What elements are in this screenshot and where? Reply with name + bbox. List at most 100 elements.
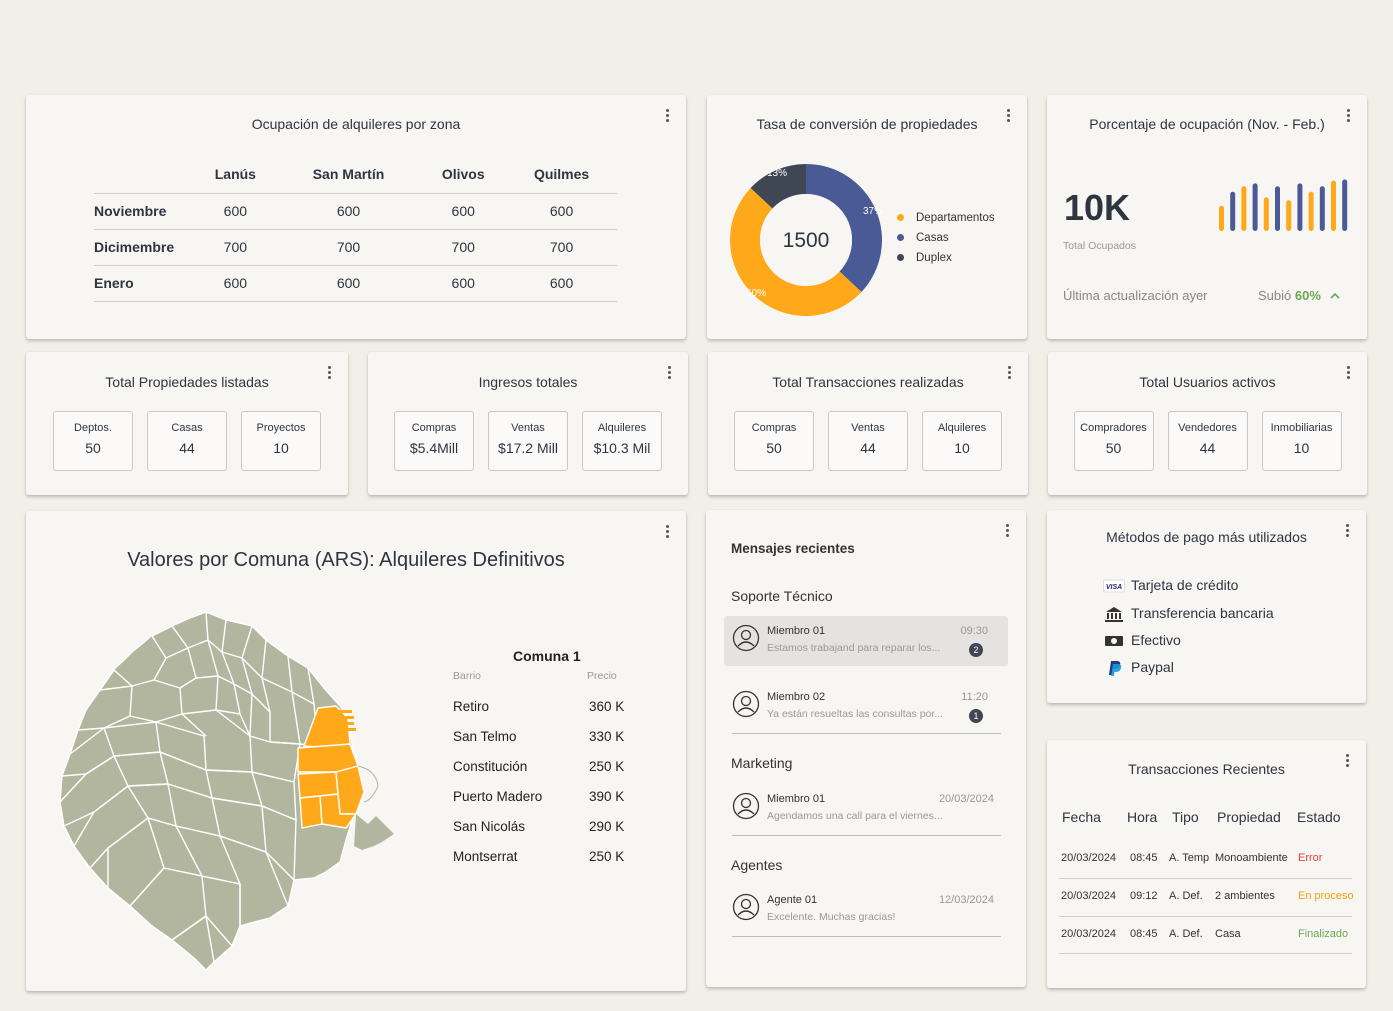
barrio-price: 330 K	[589, 729, 625, 744]
comuna-title: Comuna 1	[513, 648, 581, 664]
stat-label: Compras	[411, 422, 457, 434]
card-title: Ingresos totales	[478, 374, 578, 390]
table-header: Olivos	[420, 155, 507, 194]
table-cell-month: Noviembre	[94, 193, 194, 230]
card-title: Total Transacciones realizadas	[772, 374, 964, 390]
legend-label: Departamentos	[916, 212, 995, 224]
trend-prefix: Subió	[1258, 288, 1292, 303]
user-avatar-icon	[732, 893, 760, 921]
stat-box-compradores[interactable]: Compradores 50	[1073, 411, 1154, 471]
payment-item[interactable]: Transferencia bancaria	[1103, 605, 1274, 623]
bar-mark	[1230, 191, 1236, 231]
stat-label: Alquileres	[597, 422, 647, 434]
stat-box-deptos[interactable]: Deptos. 50	[53, 411, 133, 471]
trend-indicator: Subió 60%	[1258, 288, 1340, 303]
legend-dot-icon	[897, 254, 904, 262]
tx-hora: 08:45	[1130, 852, 1158, 864]
unread-badge: 1	[969, 709, 983, 723]
payment-item[interactable]: VISA Tarjeta de crédito	[1103, 577, 1238, 594]
message-preview: Excelente. Muchas gracias!	[767, 911, 896, 923]
message-sender: Miembro 01	[767, 625, 826, 637]
status-badge: Finalizado	[1298, 928, 1349, 940]
stat-box-ventas[interactable]: Ventas $17.2 Mill	[488, 411, 568, 471]
stat-box-alquileres[interactable]: Alquileres $10.3 Mil	[582, 411, 662, 471]
total-occupied-value: 10K	[1064, 187, 1131, 228]
tx-fecha: 20/03/2024	[1061, 890, 1117, 902]
card-title: Métodos de pago más utilizados	[1106, 529, 1307, 545]
card-title: Tasa de conversión de propiedades	[756, 116, 978, 132]
comuna-1-region	[335, 765, 365, 815]
message-item[interactable]: Miembro 02 Ya están resueltas las consul…	[724, 682, 1008, 732]
bar-mark	[1263, 197, 1269, 231]
divider	[1059, 953, 1352, 954]
table-header: Quilmes	[506, 155, 617, 194]
total-occupied-label: Total Ocupados	[1063, 240, 1136, 252]
barrio-price: 290 K	[589, 819, 625, 834]
stat-box-inmobiliarias[interactable]: Inmobiliarias 10	[1261, 411, 1342, 471]
card-title: Transacciones Recientes	[1128, 761, 1285, 777]
stat-box-casas[interactable]: Casas 44	[147, 411, 227, 471]
table-header: Lanús	[194, 155, 277, 194]
stat-box-compras[interactable]: Compras $5.4Mill	[394, 411, 474, 471]
table-header: San Martín	[276, 155, 421, 194]
legend-item: Casas	[897, 232, 949, 244]
stat-box-compras[interactable]: Compras 50	[734, 411, 814, 471]
messages-card: Mensajes recientes Soporte Técnico Miemb…	[706, 510, 1026, 987]
message-time: 20/03/2024	[938, 793, 994, 805]
tx-hora: 08:45	[1130, 928, 1158, 940]
bar-mark	[1331, 180, 1336, 231]
message-preview: Estamos trabajand para reparar los...	[767, 642, 941, 654]
payment-methods-card: Métodos de pago más utilizados VISA Tarje…	[1047, 510, 1366, 703]
message-item[interactable]: Miembro 01 Estamos trabajand para repara…	[724, 616, 1008, 666]
messages-title: Mensajes recientes	[731, 541, 855, 556]
more-menu-icon[interactable]	[1004, 524, 1010, 538]
table-cell: 600	[506, 193, 617, 230]
stat-box-proyectos[interactable]: Proyectos 10	[241, 411, 321, 471]
occupancy-table: Lanús San Martín Olivos Quilmes Noviembr…	[94, 155, 617, 302]
comuna-table: Comuna 1 Barrio Precio Retiro 360 K San T…	[453, 648, 653, 878]
divider	[732, 733, 1001, 734]
map-card: Valores por Comuna (ARS): Alquileres Def…	[26, 511, 686, 991]
message-time: 12/03/2024	[938, 894, 994, 906]
payment-item[interactable]: Efectivo	[1103, 632, 1181, 649]
stat-value: $5.4Mill	[409, 440, 459, 456]
stat-box-ventas[interactable]: Ventas 44	[828, 411, 908, 471]
table-header-blank	[94, 155, 194, 194]
payment-item[interactable]: Paypal	[1103, 659, 1174, 677]
table-header: Fecha	[1062, 809, 1101, 825]
table-cell: 700	[420, 229, 507, 266]
tx-tipo: A. Def.	[1169, 928, 1203, 940]
more-menu-icon[interactable]	[664, 525, 670, 539]
section-marketing: Marketing	[731, 755, 793, 771]
buenos-aires-map[interactable]	[56, 606, 396, 971]
occupancy-percent-card: Porcentaje de ocupación (Nov. - Feb.) 10…	[1047, 95, 1367, 339]
status-badge: En proceso	[1298, 890, 1354, 902]
bank-icon	[1105, 607, 1123, 623]
total-transactions-card: Total Transacciones realizadas Compras 50…	[708, 352, 1028, 495]
card-title: Porcentaje de ocupación (Nov. - Feb.)	[1089, 116, 1325, 132]
tx-propiedad: 2 ambientes	[1215, 890, 1275, 902]
stat-value: 10	[954, 440, 970, 456]
table-cell: 600	[506, 265, 617, 302]
tx-fecha: 20/03/2024	[1061, 928, 1117, 940]
table-cell: 600	[276, 265, 421, 302]
stat-label: Compras	[751, 422, 797, 434]
legend-item: Duplex	[897, 252, 952, 264]
last-update-text: Última actualización ayer	[1063, 288, 1208, 303]
legend-label: Casas	[916, 232, 949, 244]
stat-box-alquileres[interactable]: Alquileres 10	[922, 411, 1002, 471]
list-item: San Nicolás 290 K	[453, 819, 633, 834]
stat-box-vendedores[interactable]: Vendedores 44	[1167, 411, 1248, 471]
message-sender: Agente 01	[767, 894, 818, 906]
occupancy-card: Ocupación de alquileres por zona Lanús S…	[26, 95, 686, 339]
barrio-name: San Nicolás	[453, 819, 526, 834]
donut-slice-label: 37%	[863, 206, 883, 217]
svg-text:VISA: VISA	[1106, 584, 1122, 591]
message-item[interactable]: Miembro 01 Agendamos una call para el vi…	[724, 784, 1008, 834]
visa-icon: VISA	[1103, 579, 1125, 593]
card-title: Total Usuarios activos	[1139, 374, 1276, 390]
table-row: Noviembre 600 600 600 600	[94, 193, 617, 230]
barrio-price: 360 K	[589, 699, 625, 714]
message-item[interactable]: Agente 01 Excelente. Muchas gracias! 12/…	[724, 885, 1008, 935]
donut-slice-label: 50%	[746, 288, 766, 299]
